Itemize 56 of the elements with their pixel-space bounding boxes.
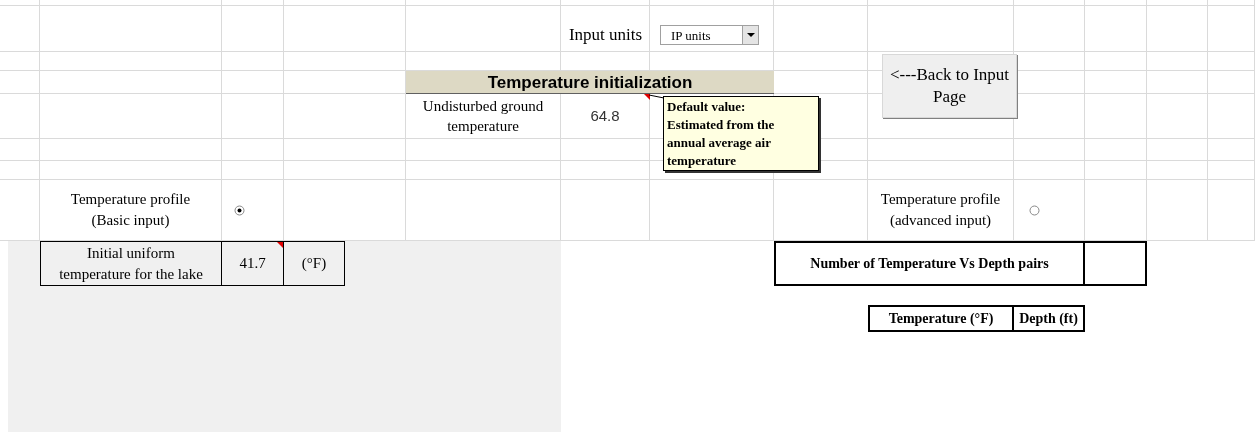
grid-cell — [1147, 71, 1208, 94]
grid-cell — [1085, 180, 1147, 241]
grid-cell — [1208, 71, 1255, 94]
grid-cell — [1147, 161, 1208, 180]
grid-cell — [222, 94, 284, 139]
uniform-temperature-value[interactable]: 41.7 — [222, 241, 284, 286]
input-units-label: Input units — [568, 24, 643, 47]
grid-cell — [1208, 139, 1255, 161]
grid-cell — [1014, 139, 1085, 161]
column-header: Depth (ft) — [1014, 305, 1085, 332]
back-button[interactable]: <---Back to Input Page — [882, 54, 1017, 118]
grid-cell — [1208, 161, 1255, 180]
profile-label: Temperature profile (Basic input) — [69, 190, 192, 230]
grid-cell — [1014, 161, 1085, 180]
grid-cell — [1085, 161, 1147, 180]
grid-cell — [1085, 52, 1147, 71]
grid-cell — [1085, 139, 1147, 161]
grid-cell — [222, 139, 284, 161]
grid-cell — [222, 52, 284, 71]
profile-label: Temperature profile (advanced input) — [879, 190, 1002, 230]
grid-cell — [1208, 52, 1255, 71]
section-header: Temperature initialization — [406, 71, 774, 94]
grid-cell — [0, 52, 40, 71]
grid-cell — [222, 71, 284, 94]
grid-cell — [1085, 71, 1147, 94]
uniform-temperature-label: Initial uniform temperature for the lake — [40, 241, 222, 286]
grid-cell — [0, 71, 40, 94]
grid-cell — [1208, 6, 1255, 52]
grid-cell — [1147, 52, 1208, 71]
grid-cell — [222, 161, 284, 180]
ground-temperature-label: Undisturbed ground temperature — [421, 97, 545, 136]
grid-cell — [1208, 94, 1255, 139]
comment-title: Default value: — [667, 98, 747, 116]
grid-cell — [1147, 6, 1208, 52]
unit-cell: (°F) — [284, 241, 345, 286]
radio-button[interactable] — [1029, 205, 1040, 216]
pairs-count-cell[interactable] — [1085, 241, 1147, 286]
pairs-label: Number of Temperature Vs Depth pairs — [774, 241, 1085, 286]
ground-temperature-value: 64.8 — [590, 105, 620, 126]
grid-cell — [1014, 6, 1085, 52]
grid-cell — [1147, 139, 1208, 161]
column-header: Temperature (°F) — [868, 305, 1014, 332]
grid-cell — [1147, 94, 1208, 139]
grid-cell — [1208, 180, 1255, 241]
grid-cell — [0, 94, 40, 139]
grid-cell — [0, 161, 40, 180]
grid-cell — [1085, 6, 1147, 52]
grid-cell — [0, 6, 40, 52]
grid-cell — [1147, 180, 1208, 241]
dropdown-caret-icon — [742, 26, 758, 44]
grid-cell — [1085, 94, 1147, 139]
radio-button[interactable] — [234, 205, 245, 216]
comment-text: Estimated from the annual average air temperature — [667, 116, 776, 170]
grid-cell — [0, 139, 40, 161]
grid-cell — [222, 6, 284, 52]
units-dropdown[interactable]: IP units — [660, 25, 759, 45]
